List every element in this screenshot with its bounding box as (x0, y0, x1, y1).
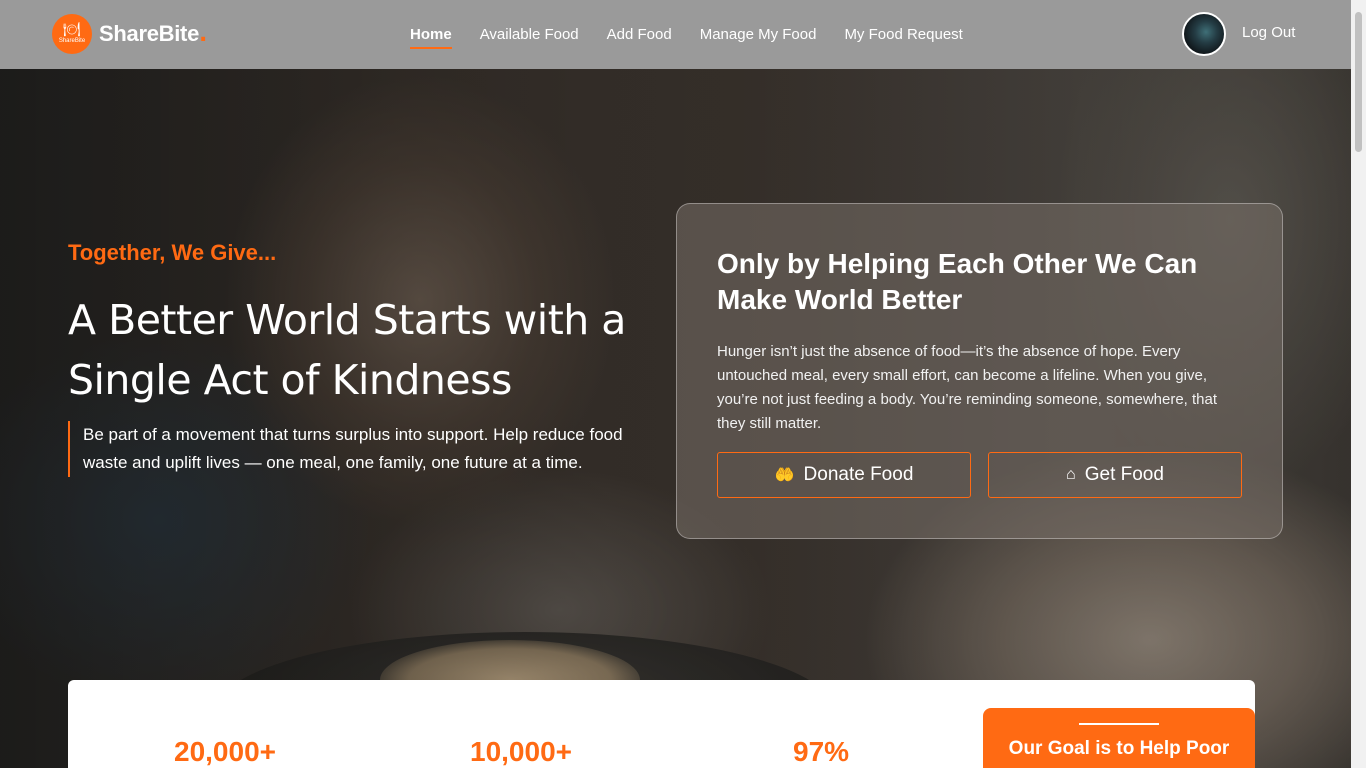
donate-food-button[interactable]: 🤲 Donate Food (717, 452, 971, 498)
goal-title: Our Goal is to Help Poor (1008, 738, 1230, 759)
stat-value: 97% (793, 736, 850, 767)
card-title: Only by Helping Each Other We Can Make W… (717, 248, 1198, 315)
hero-tagline: Together, We Give... (68, 240, 277, 265)
card-buttons: 🤲 Donate Food ⌂ Get Food (717, 452, 1242, 498)
logo-badge-text: ShareBite (58, 38, 86, 44)
scrollbar-thumb[interactable] (1355, 12, 1362, 152)
user-avatar[interactable] (1182, 12, 1226, 56)
nav-available-food[interactable]: Available Food (480, 26, 579, 43)
hero-intro: Be part of a movement that turns surplus… (68, 421, 628, 477)
nav-manage-my-food[interactable]: Manage My Food (700, 26, 817, 43)
nav-add-food[interactable]: Add Food (607, 26, 672, 43)
navbar: 🍽 ShareBite ShareBite . Home Available F… (0, 0, 1351, 69)
brand-name: ShareBite (99, 21, 200, 46)
stat-value: 10,000+ (470, 736, 572, 767)
card-body: Hunger isn’t just the absence of food—it… (717, 343, 1218, 432)
hero-headline: A Better World Starts with a Single Act … (68, 296, 626, 404)
goal-card: Our Goal is to Help Poor (983, 708, 1255, 768)
logout-link[interactable]: Log Out (1242, 24, 1295, 41)
brand-dot: . (199, 21, 208, 47)
nav-home[interactable]: Home (410, 26, 452, 49)
hand-heart-icon: 🤲 (774, 467, 795, 484)
donate-food-label: Donate Food (803, 464, 914, 485)
stat-value: 20,000+ (174, 736, 276, 767)
logo-badge-icon: 🍽 ShareBite (52, 14, 92, 54)
mission-card: Only by Helping Each Other We Can Make W… (676, 203, 1283, 539)
page-scrollbar[interactable] (1351, 0, 1366, 768)
goal-divider (1079, 723, 1159, 725)
get-food-button[interactable]: ⌂ Get Food (988, 452, 1242, 498)
house-icon: ⌂ (1066, 466, 1076, 483)
get-food-label: Get Food (1084, 464, 1164, 485)
brand-logo[interactable]: 🍽 ShareBite ShareBite . (52, 14, 207, 54)
nav-my-food-request[interactable]: My Food Request (844, 26, 962, 43)
main-nav: Home Available Food Add Food Manage My F… (410, 0, 991, 69)
utensils-icon: 🍽 (63, 22, 81, 38)
